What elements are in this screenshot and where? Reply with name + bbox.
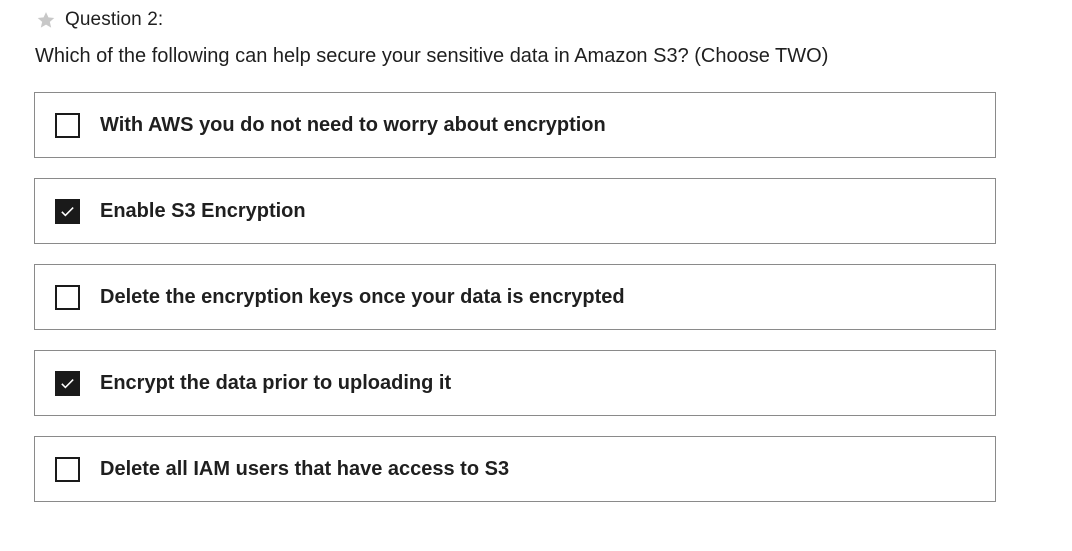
checkbox-unchecked[interactable] [55,456,80,482]
question-header: Question 2: [36,8,163,32]
answer-option-label: Encrypt the data prior to uploading it [100,371,452,394]
question-number: Question 2: [65,9,164,30]
answer-option-label: Enable S3 Encryption [100,199,306,222]
checkbox-unchecked[interactable] [55,112,80,138]
answer-options: With AWS you do not need to worry about … [34,92,996,522]
answer-option-5[interactable]: Delete all IAM users that have access to… [34,436,996,502]
checkbox-checked[interactable] [55,198,80,224]
checkbox-checked[interactable] [55,370,80,396]
checkbox-unchecked[interactable] [55,284,80,310]
answer-option-label: Delete all IAM users that have access to… [100,457,510,480]
answer-option-1[interactable]: With AWS you do not need to worry about … [34,92,996,158]
answer-option-4[interactable]: Encrypt the data prior to uploading it [34,350,996,416]
answer-option-label: With AWS you do not need to worry about … [100,113,606,136]
checkmark-icon [61,378,74,388]
answer-option-label: Delete the encryption keys once your dat… [100,285,625,308]
answer-option-3[interactable]: Delete the encryption keys once your dat… [34,264,996,330]
answer-option-2[interactable]: Enable S3 Encryption [34,178,996,244]
checkmark-icon [61,206,74,216]
question-text: Which of the following can help secure y… [35,45,829,67]
star-icon[interactable] [36,10,56,30]
